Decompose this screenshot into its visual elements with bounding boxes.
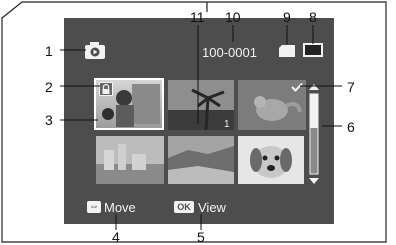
callout-2: 2 [45,79,53,95]
callout-10: 10 [225,9,241,25]
callout-7: 7 [347,79,355,95]
callout-8: 8 [309,9,317,25]
callout-6: 6 [347,119,355,135]
callout-11: 11 [190,9,205,25]
callout-5: 5 [197,229,205,245]
callout-3: 3 [45,112,53,128]
callout-leader-lines [60,25,342,230]
callout-1: 1 [45,43,53,59]
callout-4: 4 [112,229,120,245]
diagram-stage: 100-0001 1 ⇔ Move OK View 1 2 3 4 5 6 7 … [0,0,396,244]
callout-9: 9 [283,9,291,25]
